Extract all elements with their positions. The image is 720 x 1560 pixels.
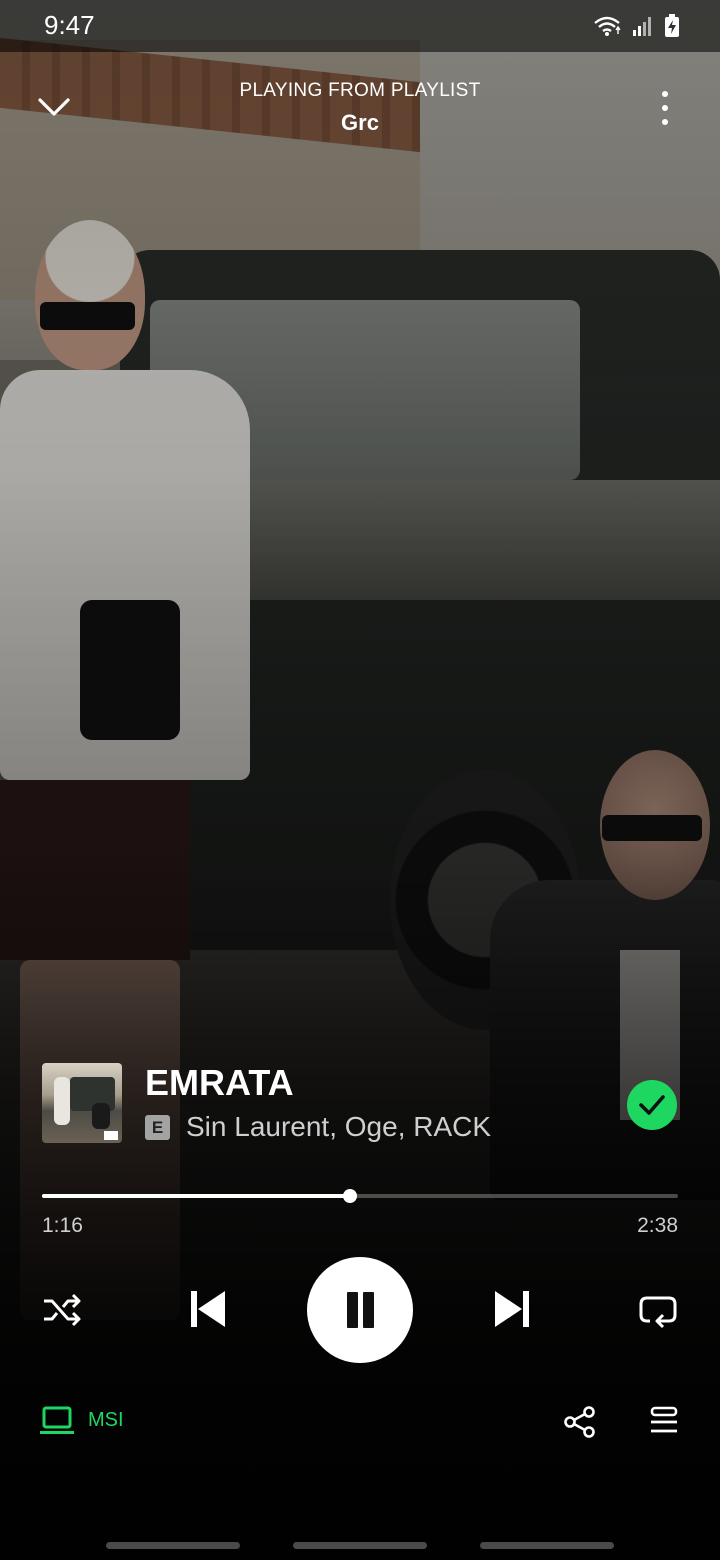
- more-options-button[interactable]: [650, 88, 680, 128]
- skip-previous-icon: [191, 1291, 225, 1327]
- status-time: 9:47: [44, 10, 95, 40]
- album-thumbnail[interactable]: [42, 1063, 122, 1143]
- song-title[interactable]: EMRATA: [145, 1062, 294, 1104]
- battery-charging-icon: [664, 14, 680, 38]
- queue-button[interactable]: [648, 1405, 680, 1437]
- previous-button[interactable]: [186, 1287, 230, 1331]
- share-button[interactable]: [562, 1404, 598, 1440]
- pause-icon: [347, 1292, 358, 1328]
- signal-icon: [632, 15, 654, 37]
- collapse-player-button[interactable]: [34, 92, 74, 122]
- explicit-badge: E: [145, 1115, 170, 1140]
- skip-next-icon: [495, 1291, 529, 1327]
- nav-home-bar[interactable]: [293, 1542, 427, 1549]
- check-icon: [639, 1095, 665, 1115]
- liked-button[interactable]: [627, 1080, 677, 1130]
- queue-icon: [650, 1406, 678, 1433]
- artist-names[interactable]: Sin Laurent, Oge, RACK: [186, 1111, 491, 1143]
- shuffle-button[interactable]: [40, 1290, 84, 1330]
- playlist-name[interactable]: Grc: [160, 110, 560, 136]
- elapsed-time: 1:16: [42, 1214, 83, 1237]
- playing-from-label: PLAYING FROM PLAYLIST: [239, 80, 481, 101]
- share-icon: [564, 1406, 595, 1438]
- repeat-icon: [639, 1296, 677, 1329]
- shuffle-icon: [44, 1293, 81, 1327]
- repeat-button[interactable]: [636, 1290, 680, 1330]
- laptop-icon: [40, 1406, 74, 1434]
- device-name: MSI: [88, 1408, 124, 1431]
- status-bar: 9:47: [0, 0, 720, 52]
- progress-knob[interactable]: [342, 1189, 357, 1203]
- more-vertical-icon: [662, 91, 668, 97]
- connect-device-button[interactable]: MSI: [40, 1404, 124, 1436]
- total-time: 2:38: [637, 1214, 678, 1237]
- progress-bar[interactable]: [42, 1189, 678, 1203]
- pause-button[interactable]: [307, 1257, 413, 1363]
- next-button[interactable]: [490, 1287, 534, 1331]
- wifi-icon: [592, 14, 622, 38]
- chevron-down-icon: [38, 98, 70, 116]
- progress-fill: [42, 1194, 350, 1198]
- nav-recents-bar[interactable]: [106, 1542, 240, 1549]
- nav-back-bar[interactable]: [480, 1542, 614, 1549]
